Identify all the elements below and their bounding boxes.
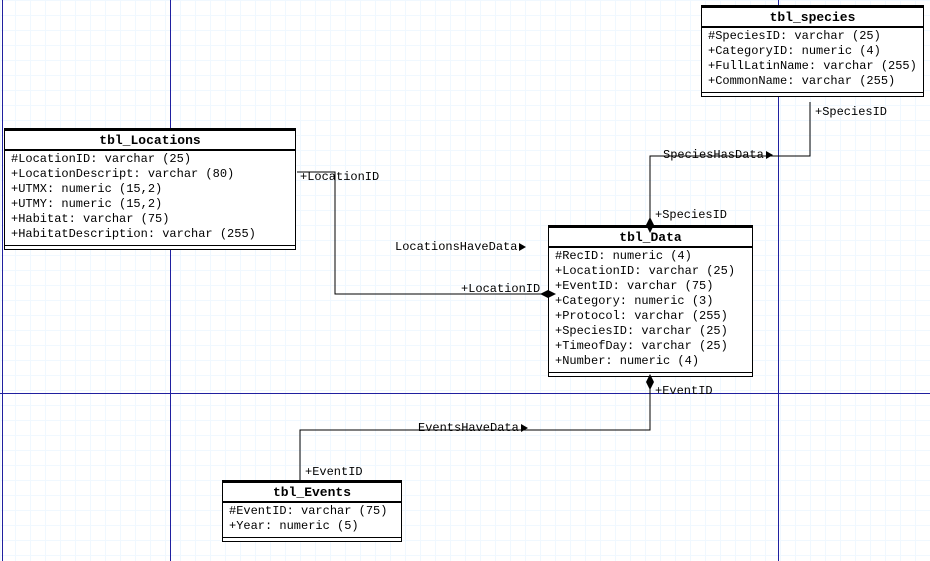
rel-name: LocationsHaveData (395, 240, 517, 254)
attr-row: +FullLatinName: varchar (255) (702, 59, 923, 74)
rel-name: SpeciesHasData (663, 148, 764, 162)
entity-title: tbl_species (702, 6, 923, 28)
guide-h-mid (0, 393, 930, 394)
arrow-icon (519, 243, 526, 251)
entity-tbl-events[interactable]: tbl_Events #EventID: varchar (75) +Year:… (222, 480, 402, 542)
attr-row: +CommonName: varchar (255) (702, 74, 923, 89)
attr-row: +TimeofDay: varchar (25) (549, 339, 752, 354)
role-location-parent: +LocationID (300, 170, 379, 184)
entity-tbl-data[interactable]: tbl_Data #RecID: numeric (4) +LocationID… (548, 225, 753, 377)
attr-row: +EventID: varchar (75) (549, 279, 752, 294)
attr-row: #LocationID: varchar (25) (5, 152, 295, 167)
entity-title: tbl_Events (223, 481, 401, 503)
attr-row: +CategoryID: numeric (4) (702, 44, 923, 59)
entity-attrs: #SpeciesID: varchar (25) +CategoryID: nu… (702, 28, 923, 89)
rel-species-has-data: SpeciesHasData (663, 148, 773, 162)
entity-divider (223, 537, 401, 541)
guide-v-left (2, 0, 3, 561)
attr-row: +LocationDescript: varchar (80) (5, 167, 295, 182)
entity-divider (549, 372, 752, 376)
entity-title: tbl_Locations (5, 129, 295, 151)
role-events-child: +EventID (655, 384, 713, 398)
entity-tbl-species[interactable]: tbl_species #SpeciesID: varchar (25) +Ca… (701, 5, 924, 97)
attr-row: +SpeciesID: varchar (25) (549, 324, 752, 339)
entity-divider (702, 92, 923, 96)
rel-locations-have-data: LocationsHaveData (395, 240, 526, 254)
role-species-child: +SpeciesID (655, 208, 727, 222)
role-species-parent: +SpeciesID (815, 105, 887, 119)
arrow-icon (766, 151, 773, 159)
attr-row: #RecID: numeric (4) (549, 249, 752, 264)
entity-attrs: #EventID: varchar (75) +Year: numeric (5… (223, 503, 401, 534)
attr-row: +UTMY: numeric (15,2) (5, 197, 295, 212)
attr-row: +HabitatDescription: varchar (255) (5, 227, 295, 242)
attr-row: +Year: numeric (5) (223, 519, 401, 534)
entity-attrs: #RecID: numeric (4) +LocationID: varchar… (549, 248, 752, 369)
attr-row: +Number: numeric (4) (549, 354, 752, 369)
role-location-child: +LocationID (461, 282, 540, 296)
attr-row: +Habitat: varchar (75) (5, 212, 295, 227)
role-events-parent: +EventID (305, 465, 363, 479)
arrow-icon (521, 424, 528, 432)
attr-row: +Protocol: varchar (255) (549, 309, 752, 324)
attr-row: +UTMX: numeric (15,2) (5, 182, 295, 197)
attr-row: +Category: numeric (3) (549, 294, 752, 309)
attr-row: +LocationID: varchar (25) (549, 264, 752, 279)
entity-attrs: #LocationID: varchar (25) +LocationDescr… (5, 151, 295, 242)
entity-title: tbl_Data (549, 226, 752, 248)
rel-name: EventsHaveData (418, 421, 519, 435)
rel-events-have-data: EventsHaveData (418, 421, 528, 435)
entity-divider (5, 245, 295, 249)
guide-v-l-inner (170, 0, 171, 561)
entity-tbl-locations[interactable]: tbl_Locations #LocationID: varchar (25) … (4, 128, 296, 250)
attr-row: #EventID: varchar (75) (223, 504, 401, 519)
attr-row: #SpeciesID: varchar (25) (702, 29, 923, 44)
